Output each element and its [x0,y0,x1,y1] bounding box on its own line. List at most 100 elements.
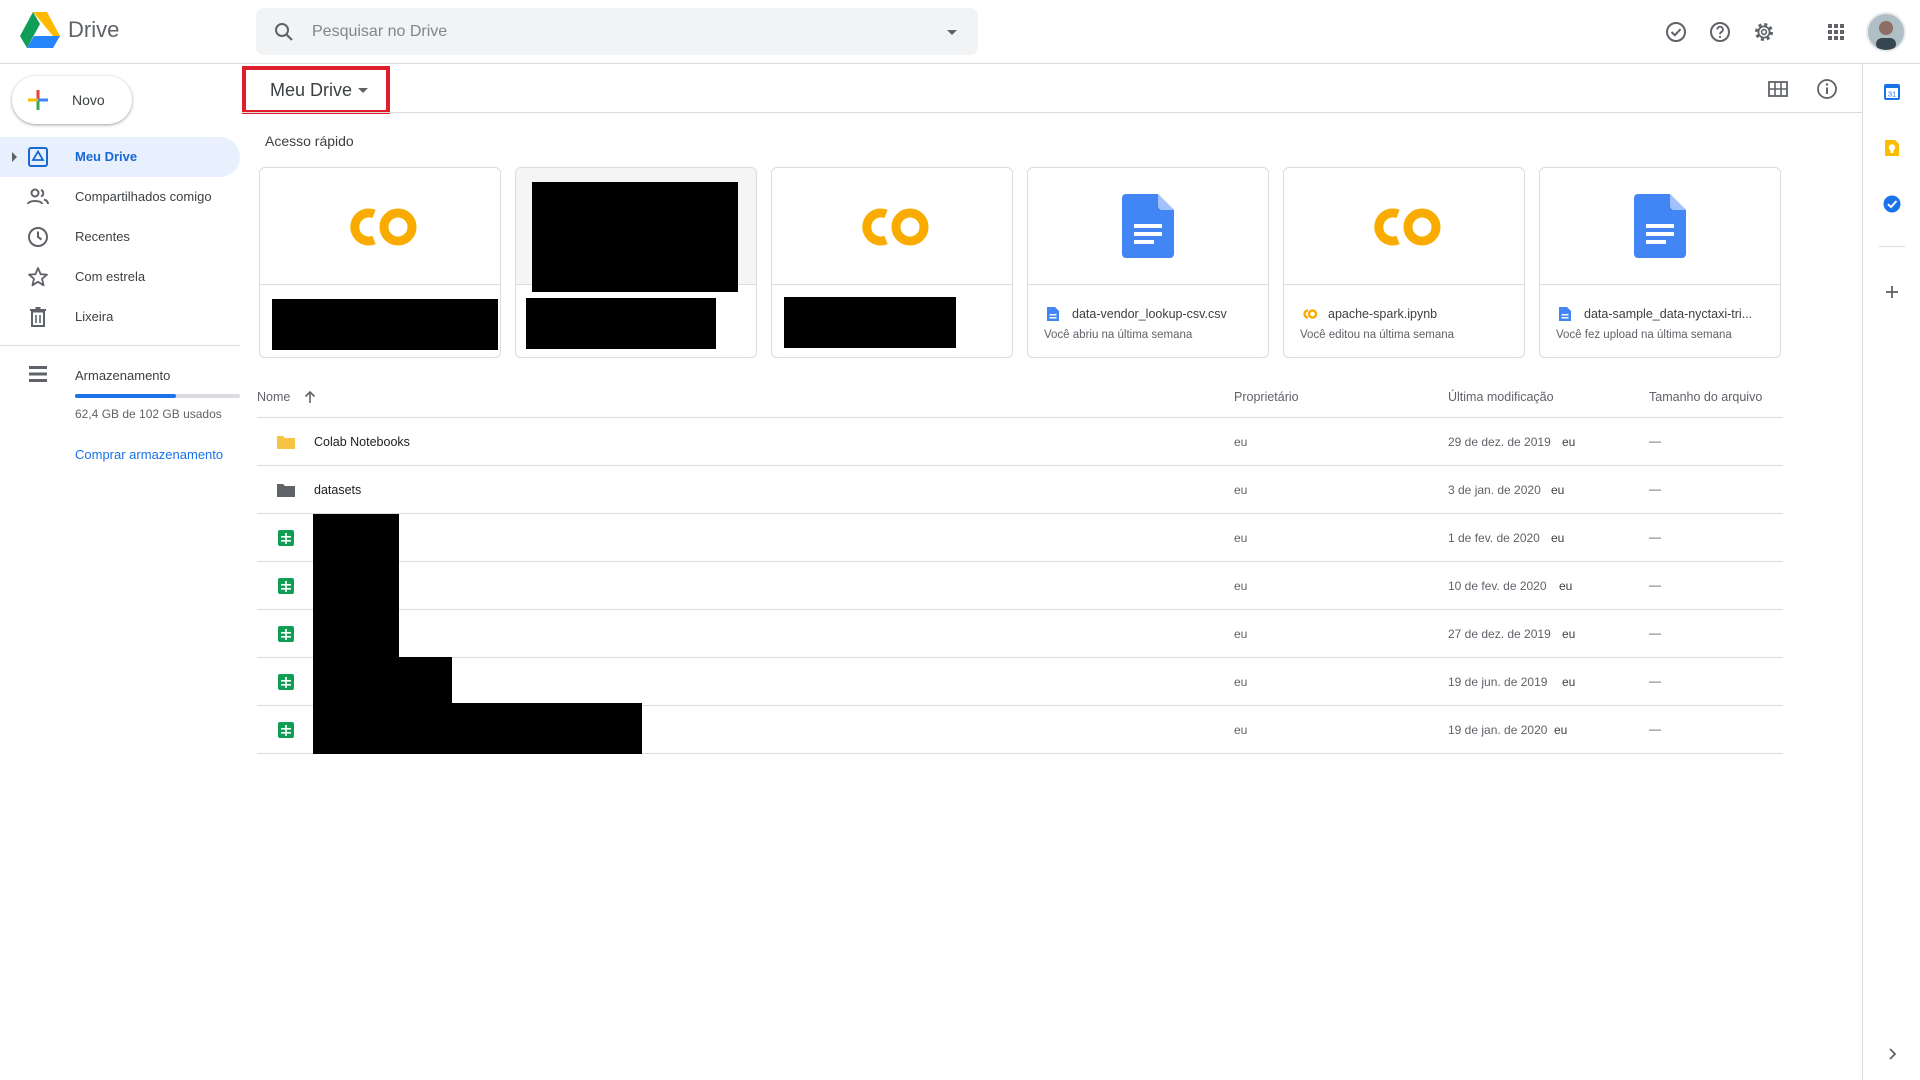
file-modified-by: eu [1562,435,1576,449]
top-bar: Drive [0,0,1920,64]
card-file-name: data-sample_data-nyctaxi-tri... [1584,307,1753,321]
app-title[interactable]: Drive [68,17,119,43]
file-name: datasets [314,483,362,497]
card-preview [772,168,1012,285]
file-modified-by: eu [1551,483,1565,497]
calendar-icon[interactable]: 31 [1882,82,1902,102]
file-modified: 1 de fev. de 2020 [1448,531,1540,545]
file-modified-by: eu [1554,723,1568,737]
file-size: — [1649,722,1661,736]
info-icon[interactable] [1815,77,1839,101]
file-modified-by: eu [1551,531,1565,545]
quick-access-card[interactable] [515,167,757,358]
card-file-name: apache-spark.ipynb [1328,307,1438,321]
file-owner: eu [1234,483,1248,497]
drive-logo-icon[interactable] [20,12,60,48]
buy-storage-link[interactable]: Comprar armazenamento [75,446,225,463]
google-sheets-icon [278,722,294,738]
column-header-name[interactable]: Nome [257,390,290,404]
sidebar-item-shared[interactable]: Compartilhados comigo [0,177,240,217]
storage-usage-text: 62,4 GB de 102 GB usados [75,407,222,421]
google-sheets-icon [278,626,294,642]
google-sheets-icon [278,530,294,546]
table-row[interactable]: eu 19 de jun. de 2019 eu — [257,658,1783,706]
quick-access-card[interactable]: data-vendor_lookup-csv.csv Você abriu na… [1027,167,1269,358]
sidebar-item-label: Recentes [75,229,130,244]
file-owner: eu [1234,579,1248,593]
quick-access-card[interactable]: apache-spark.ipynb Você editou na última… [1283,167,1525,358]
table-row[interactable]: datasets eu 3 de jan. de 2020 eu — [257,466,1783,514]
file-name: Colab Notebooks [314,435,410,449]
table-row[interactable]: eu 10 de fev. de 2020 eu — [257,562,1783,610]
search-options-icon[interactable] [940,20,964,44]
colab-logo-icon [862,208,929,246]
card-subtitle: Você editou na última semana [1300,329,1455,341]
google-docs-icon [1559,307,1571,321]
table-row[interactable]: eu 1 de fev. de 2020 eu — [257,514,1783,562]
quick-access-card[interactable] [771,167,1013,358]
file-size: — [1649,674,1661,688]
file-modified: 19 de jun. de 2019 [1448,675,1548,689]
plus-icon [28,90,48,110]
apps-grid-icon[interactable] [1823,19,1849,45]
file-owner: eu [1234,723,1248,737]
sidebar-item-label: Compartilhados comigo [75,189,212,204]
column-header-owner[interactable]: Proprietário [1234,390,1299,404]
file-modified: 3 de jan. de 2020 [1448,483,1541,497]
storage-progress-fill [75,394,176,398]
page-title[interactable]: Meu Drive [270,80,352,101]
redacted-name [272,299,498,350]
search-icon[interactable] [272,20,296,44]
file-modified-by: eu [1562,675,1576,689]
avatar[interactable] [1866,12,1906,52]
sidebar-item-label: Com estrela [75,269,146,284]
breadcrumb[interactable]: Meu Drive [242,66,390,114]
file-modified: 10 de fev. de 2020 [1448,579,1547,593]
sidebar-divider [0,345,240,346]
sort-ascending-icon[interactable] [302,389,318,405]
file-size: — [1649,434,1661,448]
file-modified-by: eu [1559,579,1573,593]
redacted-file-names [313,703,642,754]
help-icon[interactable] [1707,19,1733,45]
folder-icon [277,484,295,497]
sidebar-item-recent[interactable]: Recentes [0,217,240,257]
card-preview [516,168,756,292]
new-button[interactable]: Novo [12,76,132,124]
add-addon-icon[interactable] [1882,282,1902,302]
sidebar-item-starred[interactable]: Com estrela [0,257,240,297]
file-size: — [1649,530,1661,544]
column-header-modified[interactable]: Última modificação [1448,390,1554,404]
quick-access-card[interactable]: data-sample_data-nyctaxi-tri... Você fez… [1539,167,1781,358]
my-drive-icon [28,147,48,167]
expand-arrow-icon[interactable] [12,152,17,162]
colab-logo-icon [1374,208,1441,246]
search-bar[interactable] [256,8,978,55]
storage-icon[interactable] [26,362,50,386]
search-input[interactable] [312,20,872,44]
chevron-down-icon[interactable] [358,88,368,93]
tasks-icon[interactable] [1882,194,1902,214]
storage-label[interactable]: Armazenamento [75,368,170,383]
grid-view-icon[interactable] [1766,77,1790,101]
star-icon [28,267,48,287]
sidebar-item-my-drive[interactable]: Meu Drive [0,137,240,177]
table-row[interactable]: eu 27 de dez. de 2019 eu — [257,610,1783,658]
redacted-name [526,298,716,349]
offline-ready-icon[interactable] [1663,19,1689,45]
sidebar-item-label: Meu Drive [75,149,138,164]
sidebar-item-trash[interactable]: Lixeira [0,297,240,337]
colab-icon [1303,309,1318,319]
card-subtitle: Você fez upload na última semana [1556,329,1732,341]
main-divider [242,112,1862,113]
expand-panel-icon[interactable] [1882,1044,1902,1064]
trash-icon [30,307,46,327]
google-sheets-icon [278,578,294,594]
settings-icon[interactable] [1751,19,1777,45]
quick-access-card[interactable] [259,167,501,358]
keep-icon[interactable] [1882,138,1902,158]
folder-icon [277,436,295,449]
file-owner: eu [1234,675,1248,689]
table-row[interactable]: Colab Notebooks eu 29 de dez. de 2019 eu… [257,418,1783,466]
column-header-size[interactable]: Tamanho do arquivo [1649,390,1762,404]
